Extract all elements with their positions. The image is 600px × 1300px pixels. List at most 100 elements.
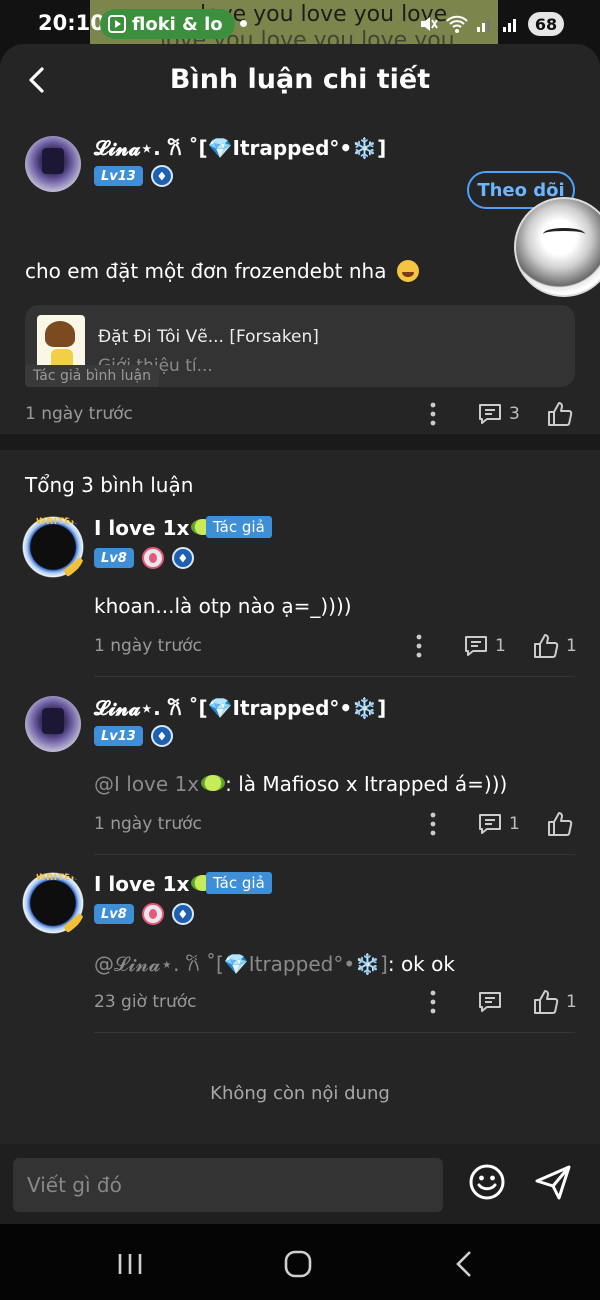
like-icon	[534, 634, 559, 658]
reply-button[interactable]: 1	[477, 811, 520, 837]
signal-icon	[477, 19, 490, 32]
user-badges: Lv8	[94, 547, 194, 569]
avatar[interactable]	[25, 136, 81, 192]
more-dots-icon[interactable]	[409, 633, 429, 659]
user-badges: Lv13	[94, 725, 173, 747]
like-button[interactable]: 1	[532, 988, 577, 1016]
comment-text: @𝓛𝓲𝓷𝓪⋆. 𐙚 ˚[💎Itrapped°•❄️]: ok ok	[94, 950, 455, 977]
comment-separator	[94, 854, 575, 855]
emoji-icon[interactable]	[467, 1162, 507, 1202]
username-text: I love 1x	[94, 516, 190, 540]
comment-text: @I love 1x : là Mafioso x Itrapped á=)))	[94, 772, 507, 796]
reply-button[interactable]: 1	[463, 633, 506, 659]
avatar-frame-text: WRITER	[35, 872, 79, 883]
comment-icon[interactable]	[477, 989, 503, 1015]
avatar[interactable]: WRITER	[20, 514, 86, 580]
like-count: 1	[566, 636, 577, 656]
like-count: 1	[566, 992, 577, 1012]
status-time: 20:10	[38, 11, 105, 35]
section-divider	[0, 434, 600, 450]
status-dot	[240, 20, 247, 27]
header: Bình luận chi tiết	[0, 44, 600, 116]
comment-separator	[94, 1032, 575, 1033]
mention-link[interactable]: @𝓛𝓲𝓷𝓪⋆. 𐙚 ˚[💎Itrapped°•❄️]	[94, 952, 388, 976]
post-text: cho em đặt một đơn frozendebt nha	[25, 259, 419, 283]
pencil-icon	[62, 912, 85, 933]
recents-icon[interactable]	[112, 1246, 148, 1282]
comment-username[interactable]: 𝓛𝓲𝓷𝓪⋆. 𐙚 ˚[💎Itrapped°•❄️]	[94, 694, 386, 721]
comment-item: 𝓛𝓲𝓷𝓪⋆. 𐙚 ˚[💎Itrapped°•❄️] Lv13 @I love 1…	[0, 692, 600, 862]
comment-text-content: : ok ok	[387, 952, 455, 976]
author-tag: Tác giả bình luận	[25, 365, 159, 387]
battery-indicator: 68	[528, 12, 564, 36]
author-badge: Tác giả	[206, 872, 272, 894]
work-title: Đặt Đi Tôi Vẽ... [Forsaken]	[98, 327, 319, 347]
like-icon	[534, 990, 559, 1014]
comment-text-content: : là Mafioso x Itrapped á=)))	[225, 772, 508, 796]
status-app-chip: floki & lo	[100, 9, 235, 39]
send-icon[interactable]	[533, 1162, 573, 1202]
status-bar: love you love you love love you love you…	[0, 0, 600, 53]
bunny-badge-icon	[141, 903, 164, 925]
avatar-frame-text: WRITER	[35, 516, 79, 527]
comment-item: WRITER I love 1x Tác giả Lv8 @𝓛𝓲𝓷𝓪⋆. 𐙚 ˚…	[0, 870, 600, 1040]
comment-time: 23 giờ trước	[94, 992, 197, 1012]
total-comments: Tổng 3 bình luận	[25, 473, 194, 497]
app-screen: Bình luận chi tiết 𝓛𝓲𝓷𝓪⋆. 𐙚 ˚[💎Itrapped°…	[0, 44, 600, 1224]
nav-back-icon[interactable]	[448, 1246, 484, 1282]
comment-separator	[94, 676, 575, 677]
home-icon[interactable]	[280, 1246, 316, 1282]
comment-item: WRITER I love 1x Tác giả Lv8 khoan...là …	[0, 514, 600, 684]
level-badge: Lv8	[94, 548, 134, 568]
reply-button[interactable]: 3	[477, 401, 520, 427]
comment-icon	[479, 404, 501, 424]
user-badges: Lv8	[94, 903, 194, 925]
post-username[interactable]: 𝓛𝓲𝓷𝓪⋆. 𐙚 ˚[💎Itrapped°•❄️]	[94, 134, 386, 161]
status-marquee-text: love you love you love	[200, 2, 448, 27]
comment-time: 1 ngày trước	[94, 814, 202, 834]
system-navbar	[0, 1224, 600, 1300]
post-time: 1 ngày trước	[25, 404, 133, 424]
comment-username[interactable]: I love 1x	[94, 872, 216, 896]
play-icon	[108, 15, 126, 33]
yum-emoji-icon	[396, 260, 419, 282]
reply-count: 3	[509, 404, 520, 424]
more-dots-icon[interactable]	[423, 989, 443, 1015]
mute-icon	[421, 17, 438, 31]
comment-input[interactable]: Viết gì đó	[13, 1158, 443, 1212]
comment-icon	[465, 636, 487, 656]
lime-emoji-icon	[201, 775, 226, 791]
author-badge: Tác giả	[206, 516, 272, 538]
avatar[interactable]: WRITER	[20, 870, 86, 936]
medal-icon	[150, 725, 173, 747]
bunny-badge-icon	[141, 547, 164, 569]
comment-time: 1 ngày trước	[94, 636, 202, 656]
more-dots-icon[interactable]	[423, 811, 443, 837]
end-of-content: Không còn nội dung	[210, 1083, 390, 1104]
like-icon[interactable]	[546, 400, 574, 428]
level-badge: Lv8	[94, 904, 134, 924]
comment-username[interactable]: I love 1x	[94, 516, 216, 540]
medal-icon	[171, 547, 194, 569]
like-button[interactable]: 1	[532, 632, 577, 660]
level-badge: Lv13	[94, 726, 143, 746]
username-text: I love 1x	[94, 872, 190, 896]
user-badges: Lv13	[94, 165, 173, 187]
comment-icon	[479, 814, 501, 834]
pencil-icon	[62, 556, 85, 577]
comment-composer: Viết gì đó	[0, 1144, 600, 1224]
medal-icon	[171, 903, 194, 925]
more-dots-icon[interactable]	[423, 401, 443, 427]
signal-icon-2	[503, 19, 516, 32]
like-icon[interactable]	[546, 810, 574, 838]
avatar[interactable]	[25, 696, 81, 752]
status-icons: 68	[418, 12, 564, 36]
wifi-icon	[446, 15, 468, 33]
status-app-name: floki & lo	[132, 13, 223, 35]
comment-text: khoan...là otp nào ạ=_))))	[94, 594, 352, 618]
reply-count: 1	[495, 636, 506, 656]
post-text-content: cho em đặt một đơn frozendebt nha	[25, 259, 387, 283]
mention-link[interactable]: @I love 1x	[94, 772, 199, 796]
medal-icon	[150, 165, 173, 187]
reply-count: 1	[509, 814, 520, 834]
